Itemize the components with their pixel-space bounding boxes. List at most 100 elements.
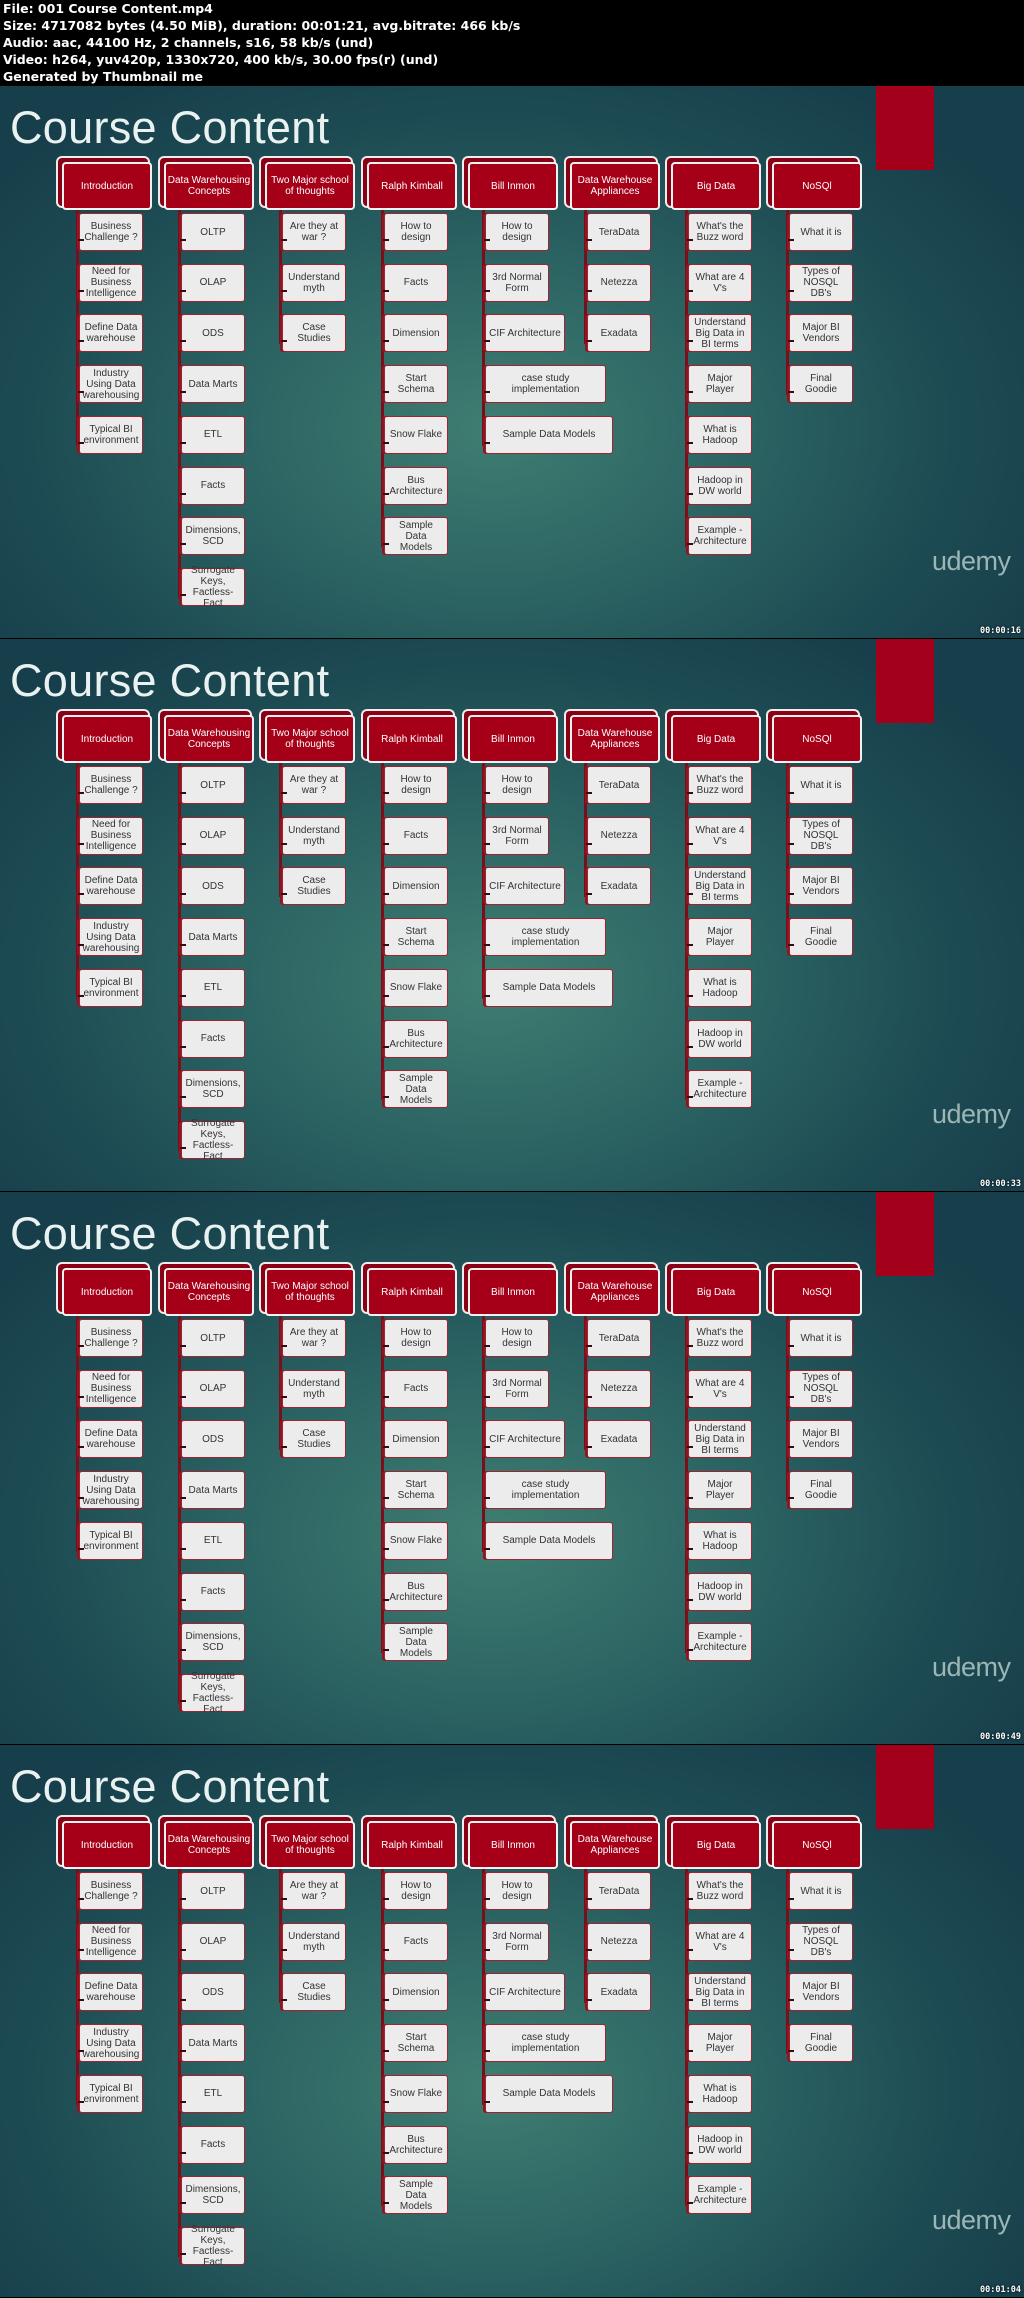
connector-tick [78, 893, 84, 896]
section-header: Data Warehouse Appliances [570, 715, 660, 763]
topic-item: Understand myth [282, 816, 346, 855]
red-accent-block [876, 1192, 934, 1276]
section-header: Data Warehousing Concepts [164, 1821, 254, 1869]
connector-tick [687, 2100, 693, 2103]
section-header: NoSQl [772, 1268, 862, 1316]
udemy-logo: udemy [932, 2205, 1011, 2235]
topic-item: Major BI Vendors [789, 314, 853, 353]
topic-item: Define Data warehouse [79, 867, 143, 906]
connector-tick [687, 1999, 693, 2002]
topic-item: CIF Architecture [485, 314, 565, 353]
connector-tick [78, 842, 84, 845]
topic-item: Start Schema [384, 1471, 448, 1510]
topic-item: OLAP [181, 1922, 245, 1961]
connector-tick [687, 1948, 693, 1951]
frame-timestamp: 00:01:04 [980, 2285, 1021, 2295]
connector-tick [383, 1497, 389, 1500]
topic-item: ETL [181, 968, 245, 1007]
topic-item: Understand myth [282, 1922, 346, 1961]
connector-tick [180, 1446, 186, 1449]
connector-tick [586, 1395, 592, 1398]
connector-tick [78, 391, 84, 394]
udemy-logo: udemy [932, 546, 1011, 576]
connector-tick [788, 1999, 794, 2002]
section-header: Data Warehousing Concepts [164, 1268, 254, 1316]
connector-tick [788, 2050, 794, 2053]
section-header: Two Major school of thoughts [265, 1268, 355, 1316]
connector-tick [383, 543, 389, 546]
topic-item: Example - Architecture [688, 2176, 752, 2215]
topic-item: Define Data warehouse [79, 1973, 143, 2012]
topic-item: Industry Using Data warehousing [79, 918, 143, 957]
connector-tick [788, 1345, 794, 1347]
topic-item: Industry Using Data warehousing [79, 1471, 143, 1510]
topic-item: Define Data warehouse [79, 314, 143, 353]
topic-item: ODS [181, 1973, 245, 2012]
topic-item: CIF Architecture [485, 1973, 565, 2012]
udemy-logo: udemy [932, 1099, 1011, 1129]
topic-item: Final Goodie [789, 1471, 853, 1510]
connector-tick [586, 1999, 592, 2002]
connector-tick [383, 289, 389, 292]
connector-tick [383, 239, 389, 241]
connector-tick [180, 893, 186, 896]
topic-item: Netezza [587, 1369, 651, 1408]
connector-tick [281, 239, 287, 241]
topic-item: Facts [181, 1572, 245, 1611]
topic-item: Business Challenge ? [79, 766, 143, 804]
section-header: Two Major school of thoughts [265, 162, 355, 210]
connector-tick [78, 289, 84, 292]
connector-tick [383, 2100, 389, 2103]
topic-item: Sample Data Models [384, 2176, 448, 2215]
topic-item: Understand Big Data in BI terms [688, 1420, 752, 1459]
topic-item: TeraData [587, 1872, 651, 1910]
connector-tick [281, 289, 287, 292]
topic-item: case study implementation [485, 2024, 606, 2063]
connector-tick [484, 391, 490, 394]
video-frame-thumbnail[interactable]: Course Content Introduction Business Chall… [0, 1745, 1024, 2297]
topic-item: case study implementation [485, 918, 606, 957]
connector-tick [78, 944, 84, 947]
topic-item: Types of NOSQL DB's [789, 263, 853, 302]
topic-item: ODS [181, 867, 245, 906]
connector-tick [484, 1395, 490, 1398]
topic-item: Major Player [688, 918, 752, 957]
topic-item: Hadoop in DW world [688, 2125, 752, 2164]
topic-item: Case Studies [282, 1973, 346, 2012]
topic-item: Sample Data Models [485, 968, 613, 1007]
video-frame-thumbnail[interactable]: Course Content Introduction Business Chall… [0, 639, 1024, 1191]
topic-item: Are they at war ? [282, 1872, 346, 1910]
topic-item: OLTP [181, 1319, 245, 1357]
video-frame-thumbnail[interactable]: Course Content Introduction Business Chall… [0, 1192, 1024, 1744]
connector-tick [687, 1096, 693, 1099]
topic-item: Case Studies [282, 1420, 346, 1459]
section-header: Data Warehouse Appliances [570, 1821, 660, 1869]
section-header: NoSQl [772, 162, 862, 210]
connector-tick [484, 1999, 490, 2002]
topic-item: Major Player [688, 365, 752, 404]
connector-tick [687, 239, 693, 241]
section-header: Big Data [671, 1821, 761, 1869]
topic-item: Example - Architecture [688, 1623, 752, 1662]
topic-item: Sample Data Models [485, 415, 613, 454]
connector-tick [687, 543, 693, 546]
connector-tick [281, 792, 287, 794]
topic-item: What is Hadoop [688, 2074, 752, 2113]
connector-tick [180, 340, 186, 343]
topic-item: Are they at war ? [282, 766, 346, 804]
section-header: Ralph Kimball [367, 1268, 457, 1316]
topic-item: Hadoop in DW world [688, 466, 752, 505]
connector-tick [484, 2100, 490, 2103]
topic-item: Types of NOSQL DB's [789, 1369, 853, 1408]
connector-tick [687, 391, 693, 394]
connector-tick [383, 1898, 389, 1900]
connector-tick [484, 893, 490, 896]
red-accent-block [876, 1745, 934, 1829]
connector-tick [687, 2202, 693, 2205]
connector-tick [687, 944, 693, 947]
topic-item: Snow Flake [384, 415, 448, 454]
topic-item: Hadoop in DW world [688, 1572, 752, 1611]
topic-item: What are 4 V's [688, 263, 752, 302]
video-frame-thumbnail[interactable]: Course Content Introduction Business Chall… [0, 86, 1024, 638]
connector-tick [383, 1547, 389, 1550]
